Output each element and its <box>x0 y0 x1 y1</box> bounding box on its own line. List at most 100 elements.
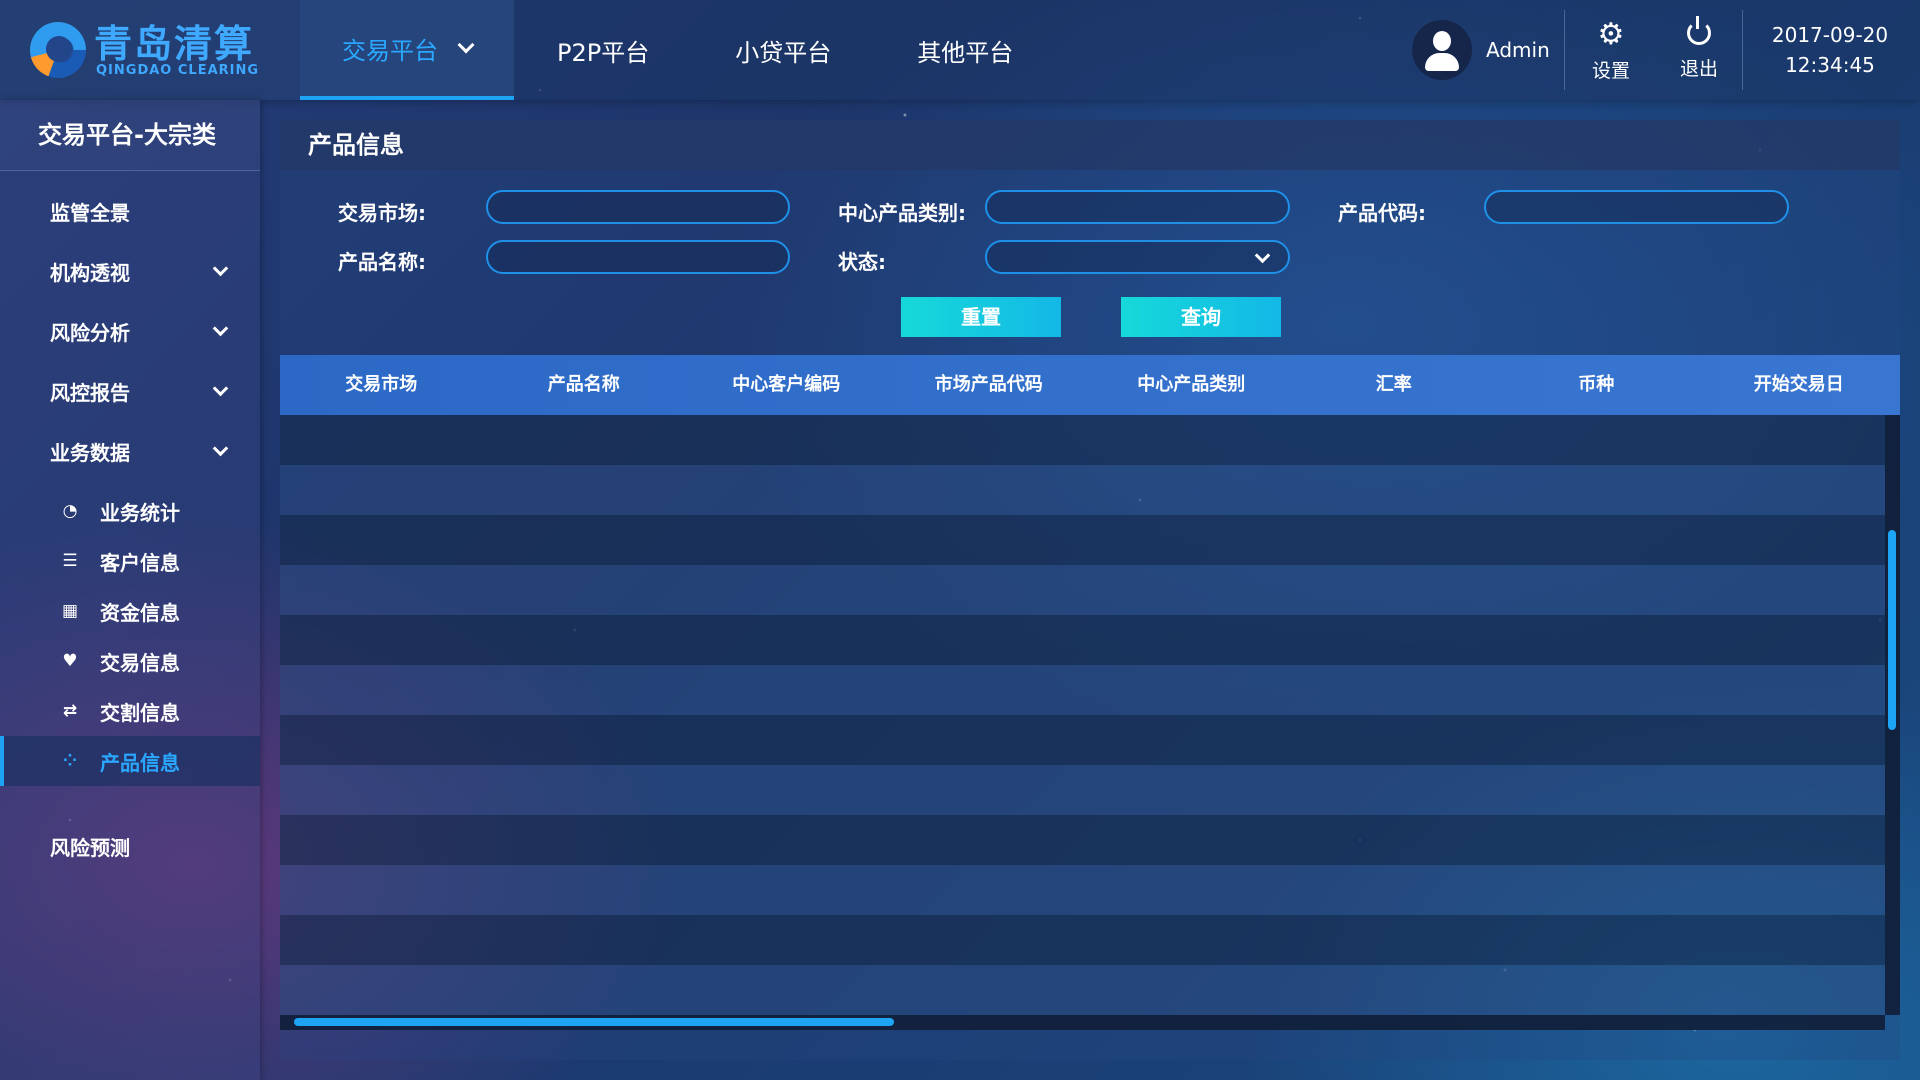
divider <box>1564 10 1565 90</box>
sidebar-subitem-label: 交易信息 <box>100 650 180 675</box>
query-button[interactable]: 查询 <box>1121 297 1281 337</box>
divider <box>1742 10 1743 90</box>
status-select[interactable] <box>985 240 1290 274</box>
table-row[interactable] <box>280 915 1885 965</box>
brand-name-cn: 青岛清算 <box>94 22 255 66</box>
user-list-icon: ☰ <box>62 551 78 571</box>
market-label: 交易市场: <box>338 201 426 225</box>
sidebar-item-business-data[interactable]: 业务数据 <box>0 421 260 481</box>
vertical-scrollbar-thumb[interactable] <box>1888 530 1896 730</box>
sidebar-subitem-customer-info[interactable]: ☰ 客户信息 <box>0 536 260 586</box>
product-name-input[interactable] <box>486 240 790 274</box>
chevron-down-icon <box>212 260 229 277</box>
chevron-down-icon <box>212 380 229 397</box>
top-nav: 交易平台 P2P平台 小贷平台 其他平台 <box>300 0 1056 100</box>
chevron-down-icon[interactable] <box>457 36 475 54</box>
sidebar-item-risk-forecast[interactable]: 风险预测 <box>0 816 260 876</box>
sidebar-subitem-label: 资金信息 <box>100 600 180 625</box>
date-text: 2017-09-20 <box>1771 23 1889 47</box>
nav-label: P2P平台 <box>557 38 650 67</box>
status-label: 状态: <box>838 250 886 274</box>
logout-label: 退出 <box>1679 58 1718 80</box>
datetime-display: 2017-09-20 12:34:45 <box>1745 20 1915 80</box>
sidebar-item-institution[interactable]: 机构透视 <box>0 241 260 301</box>
table-row[interactable] <box>280 815 1885 865</box>
table-row[interactable] <box>280 765 1885 815</box>
table-row[interactable] <box>280 465 1885 515</box>
power-icon <box>1687 16 1711 45</box>
code-input[interactable] <box>1484 190 1789 224</box>
handshake-icon: ♥ <box>62 651 78 671</box>
product-name-label: 产品名称: <box>338 250 426 274</box>
sidebar-title: 交易平台-大宗类 <box>0 100 260 171</box>
sidebar-subitem-label: 客户信息 <box>100 550 180 575</box>
horizontal-scrollbar-thumb[interactable] <box>294 1018 894 1026</box>
sidebar-item-label: 风险分析 <box>50 320 130 345</box>
sidebar-item-label: 机构透视 <box>50 260 130 285</box>
panel-title: 产品信息 <box>280 120 1900 170</box>
sidebar-subitem-product-info[interactable]: ⁘ 产品信息 <box>0 736 260 786</box>
sidebar-subitem-business-stats[interactable]: ◔ 业务统计 <box>0 486 260 536</box>
table-row[interactable] <box>280 965 1885 1015</box>
time-text: 12:34:45 <box>1785 53 1875 77</box>
sidebar-item-risk-report[interactable]: 风控报告 <box>0 361 260 421</box>
column-header-exchange-rate[interactable]: 汇率 <box>1293 355 1496 415</box>
sidebar-item-risk-analysis[interactable]: 风险分析 <box>0 301 260 361</box>
column-header-customer-code[interactable]: 中心客户编码 <box>685 355 888 415</box>
sidebar-item-label: 风控报告 <box>50 380 130 405</box>
logo-mark-icon <box>30 22 86 78</box>
table-row[interactable] <box>280 715 1885 765</box>
top-bar: 青岛清算 QINGDAO CLEARING 交易平台 P2P平台 小贷平台 其他… <box>0 0 1920 100</box>
category-input[interactable] <box>985 190 1290 224</box>
grid-dots-icon: ⁘ <box>62 751 78 771</box>
table-row[interactable] <box>280 865 1885 915</box>
table-row[interactable] <box>280 415 1885 465</box>
sidebar-item-overview[interactable]: 监管全景 <box>0 181 260 241</box>
chevron-down-icon <box>212 440 229 457</box>
nav-label: 其他平台 <box>917 38 1014 67</box>
username[interactable]: Admin <box>1486 38 1550 62</box>
logout-button[interactable]: 退出 <box>1664 16 1734 84</box>
column-header-currency[interactable]: 币种 <box>1495 355 1698 415</box>
brand-name-en: QINGDAO CLEARING <box>96 63 260 78</box>
column-header-market[interactable]: 交易市场 <box>280 355 483 415</box>
gear-icon: ⚙ <box>1597 17 1625 52</box>
sidebar-subitem-trade-info[interactable]: ♥ 交易信息 <box>0 636 260 686</box>
user-icon[interactable] <box>1412 20 1472 80</box>
brand-logo[interactable]: 青岛清算 QINGDAO CLEARING <box>0 0 300 100</box>
table-row[interactable] <box>280 515 1885 565</box>
nav-label: 小贷平台 <box>735 38 832 67</box>
sidebar-subitem-label: 交割信息 <box>100 700 180 725</box>
nav-label: 交易平台 <box>342 36 438 65</box>
table-header: 交易市场 产品名称 中心客户编码 市场产品代码 中心产品类别 汇率 币种 开始交… <box>280 355 1900 415</box>
sidebar-subitem-delivery-info[interactable]: ⇄ 交割信息 <box>0 686 260 736</box>
code-label: 产品代码: <box>1338 201 1426 225</box>
nav-microloan-platform[interactable]: 小贷平台 <box>692 0 874 100</box>
category-label: 中心产品类别: <box>838 201 966 225</box>
nav-other-platform[interactable]: 其他平台 <box>874 0 1056 100</box>
reset-button[interactable]: 重置 <box>901 297 1061 337</box>
nav-trading-platform[interactable]: 交易平台 <box>300 0 514 100</box>
settings-button[interactable]: ⚙ 设置 <box>1576 18 1646 84</box>
table-row[interactable] <box>280 615 1885 665</box>
product-info-panel: 产品信息 交易市场: 中心产品类别: 产品代码: 产品名称: 状态: 重置 查询… <box>280 120 1900 1060</box>
sidebar-item-label: 风险预测 <box>50 835 130 860</box>
market-input[interactable] <box>486 190 790 224</box>
exchange-icon: ⇄ <box>62 701 78 721</box>
sidebar-item-label: 监管全景 <box>50 200 130 225</box>
table-row[interactable] <box>280 665 1885 715</box>
pie-chart-icon: ◔ <box>62 501 78 521</box>
column-header-market-product-code[interactable]: 市场产品代码 <box>888 355 1091 415</box>
sidebar-subitem-label: 产品信息 <box>100 750 180 775</box>
settings-label: 设置 <box>1591 60 1630 82</box>
sidebar-item-label: 业务数据 <box>50 440 130 465</box>
sidebar: 交易平台-大宗类 监管全景 机构透视 风险分析 风控报告 业务数据 ◔ 业务统计… <box>0 100 260 1080</box>
table-row[interactable] <box>280 565 1885 615</box>
column-header-product-name[interactable]: 产品名称 <box>483 355 686 415</box>
sidebar-subitem-fund-info[interactable]: ▦ 资金信息 <box>0 586 260 636</box>
sidebar-subitem-label: 业务统计 <box>100 500 180 525</box>
column-header-start-date[interactable]: 开始交易日 <box>1698 355 1901 415</box>
user-menu[interactable]: Admin <box>1412 20 1550 80</box>
column-header-product-category[interactable]: 中心产品类别 <box>1090 355 1293 415</box>
nav-p2p-platform[interactable]: P2P平台 <box>514 0 692 100</box>
